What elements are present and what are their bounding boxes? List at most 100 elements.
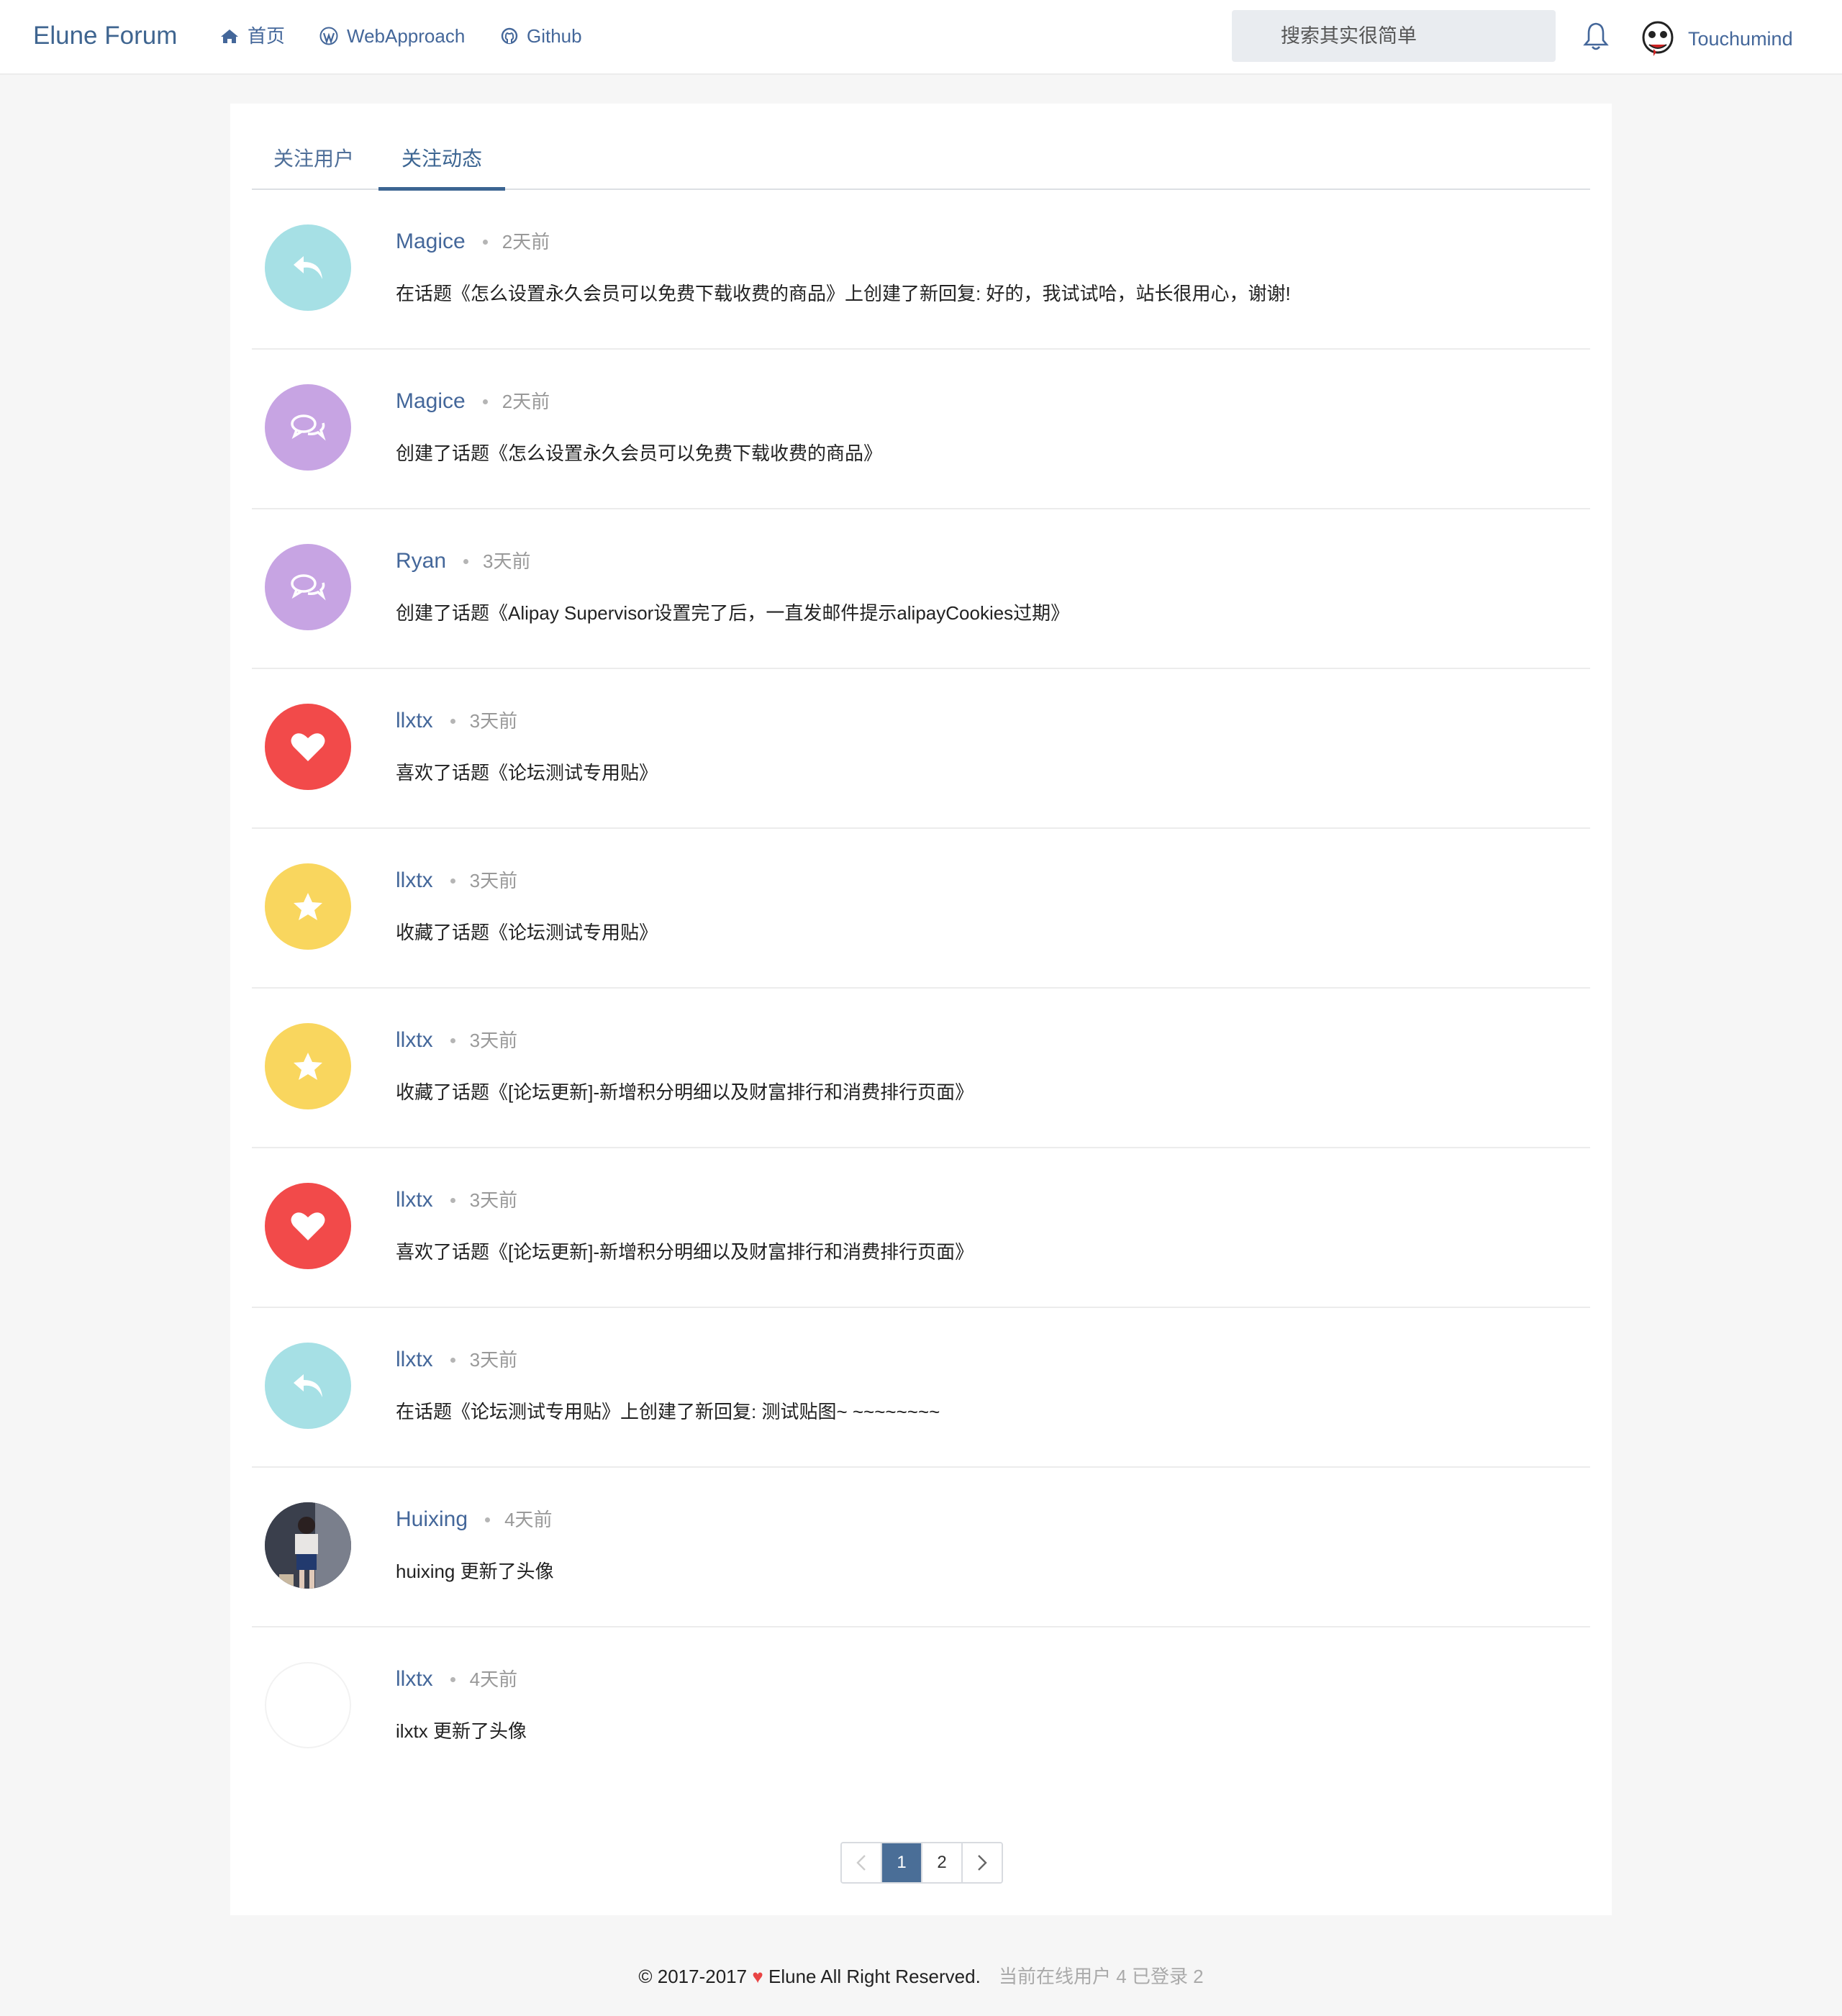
- page-2-button[interactable]: 2: [922, 1843, 963, 1882]
- nav-webapproach[interactable]: WebApproach: [319, 19, 465, 53]
- feed-time: 3天前: [469, 1349, 518, 1371]
- feed-time: 3天前: [469, 1189, 518, 1211]
- feed-item: llxtx 3天前 喜欢了话题《论坛测试专用贴》: [252, 669, 1590, 829]
- chevron-right-icon: [978, 1855, 987, 1871]
- search-input[interactable]: [1232, 10, 1556, 62]
- feed-time: 3天前: [483, 550, 531, 572]
- feed-meta: llxtx 3天前: [396, 707, 517, 735]
- feed-item: Magice 2天前 创建了话题《怎么设置永久会员可以免费下载收费的商品》: [252, 350, 1590, 509]
- feed-text[interactable]: huixing 更新了头像: [396, 1557, 554, 1586]
- brand-logo[interactable]: Elune Forum: [33, 16, 177, 56]
- separator-dot: [450, 718, 455, 724]
- tab-bar: 关注用户 关注动态: [252, 130, 1590, 191]
- star-icon: [294, 1053, 322, 1080]
- next-page-button[interactable]: [963, 1843, 1002, 1882]
- page-1-button[interactable]: 1: [882, 1843, 922, 1882]
- feed-username[interactable]: llxtx: [396, 1345, 433, 1374]
- footer-copyright-prefix: © 2017-2017: [638, 1966, 748, 1987]
- separator-dot: [463, 558, 469, 564]
- feed-time: 3天前: [469, 870, 518, 891]
- feed-text[interactable]: 收藏了话题《论坛测试专用贴》: [396, 918, 658, 947]
- feed-username[interactable]: Magice: [396, 387, 466, 416]
- feed-meta: llxtx 3天前: [396, 1186, 517, 1214]
- nav-home[interactable]: 首页: [220, 19, 285, 53]
- user-avatar: [1642, 21, 1674, 56]
- feed-meta: llxtx 4天前: [396, 1665, 517, 1694]
- tab-following-users[interactable]: 关注用户: [252, 130, 376, 189]
- feed-username[interactable]: llxtx: [396, 866, 433, 895]
- feed-meta: llxtx 3天前: [396, 1345, 517, 1374]
- activity-badge: [265, 863, 351, 950]
- activity-badge: [265, 224, 351, 311]
- main-panel: 关注用户 关注动态 Magice 2天前 在话题《怎么设置永久会员可以免费下载收…: [230, 104, 1612, 1915]
- bell-icon[interactable]: [1582, 20, 1610, 52]
- feed-text[interactable]: 在话题《怎么设置永久会员可以免费下载收费的商品》上创建了新回复: 好的，我试试哈…: [396, 279, 1291, 308]
- feed-time: 2天前: [502, 231, 550, 253]
- feed-text[interactable]: ilxtx 更新了头像: [396, 1717, 527, 1745]
- top-navbar: Elune Forum 首页 WebApproach Github 搜索其实很简…: [0, 0, 1842, 75]
- feed-meta: Magice 2天前: [396, 387, 550, 416]
- feed-item: llxtx 3天前 收藏了话题《[论坛更新]-新增积分明细以及财富排行和消费排行…: [252, 989, 1590, 1148]
- feed-text[interactable]: 在话题《论坛测试专用贴》上创建了新回复: 测试贴图~ ~~~~~~~~: [396, 1397, 940, 1426]
- heart-icon: [291, 1212, 325, 1240]
- feed-text[interactable]: 收藏了话题《[论坛更新]-新增积分明细以及财富排行和消费排行页面》: [396, 1078, 974, 1107]
- feed-item: Ryan 3天前 创建了话题《Alipay Supervisor设置完了后，一直…: [252, 509, 1590, 669]
- wordpress-icon: [319, 27, 338, 45]
- separator-dot: [485, 1517, 491, 1522]
- nav-github-label: Github: [527, 25, 582, 47]
- feed-text[interactable]: 喜欢了话题《[论坛更新]-新增积分明细以及财富排行和消费排行页面》: [396, 1238, 974, 1266]
- feed-meta: Huixing 4天前: [396, 1505, 553, 1534]
- chevron-left-icon: [856, 1855, 866, 1871]
- footer-copyright-suffix: Elune All Right Reserved.: [768, 1966, 981, 1987]
- home-icon: [221, 29, 238, 43]
- activity-badge: [265, 384, 351, 471]
- activity-badge: [265, 544, 351, 630]
- nav-home-label: 首页: [248, 25, 286, 47]
- nav-webapproach-label: WebApproach: [347, 25, 466, 47]
- feed-item: Magice 2天前 在话题《怎么设置永久会员可以免费下载收费的商品》上创建了新…: [252, 190, 1590, 350]
- feed-item: llxtx 4天前 ilxtx 更新了头像: [252, 1627, 1590, 1786]
- comments-icon: [291, 414, 326, 441]
- feed-text[interactable]: 创建了话题《怎么设置永久会员可以免费下载收费的商品》: [396, 439, 882, 468]
- feed-item: Huixing 4天前 huixing 更新了头像: [252, 1468, 1590, 1627]
- user-avatar-blank[interactable]: [265, 1662, 351, 1748]
- heart-icon: ♥: [752, 1966, 763, 1987]
- feed-item: llxtx 3天前 喜欢了话题《[论坛更新]-新增积分明细以及财富排行和消费排行…: [252, 1148, 1590, 1308]
- feed-username[interactable]: llxtx: [396, 1026, 433, 1055]
- user-avatar-photo[interactable]: [265, 1502, 351, 1589]
- reply-icon: [294, 256, 322, 279]
- feed-meta: Ryan 3天前: [396, 547, 531, 576]
- reply-icon: [294, 1374, 322, 1397]
- activity-feed: Magice 2天前 在话题《怎么设置永久会员可以免费下载收费的商品》上创建了新…: [252, 190, 1590, 1786]
- prev-page-button[interactable]: [842, 1843, 882, 1882]
- feed-meta: llxtx 3天前: [396, 866, 517, 895]
- feed-time: 4天前: [504, 1509, 553, 1530]
- footer: © 2017-2017 ♥ Elune All Right Reserved. …: [0, 1958, 1842, 1994]
- feed-item: llxtx 3天前 在话题《论坛测试专用贴》上创建了新回复: 测试贴图~ ~~~…: [252, 1308, 1590, 1468]
- pagination: 1 2: [840, 1842, 1003, 1884]
- github-icon: [501, 27, 518, 45]
- separator-dot: [450, 1197, 455, 1203]
- person-photo-icon: [265, 1502, 351, 1589]
- tab-following-activity[interactable]: 关注动态: [378, 130, 505, 191]
- feed-username[interactable]: llxtx: [396, 1186, 433, 1214]
- feed-time: 4天前: [469, 1668, 518, 1690]
- separator-dot: [450, 878, 455, 884]
- feed-username[interactable]: Magice: [396, 227, 466, 256]
- feed-text[interactable]: 创建了话题《Alipay Supervisor设置完了后，一直发邮件提示alip…: [396, 599, 1069, 627]
- nav-github[interactable]: Github: [501, 19, 582, 53]
- separator-dot: [450, 1357, 455, 1363]
- separator-dot: [482, 239, 488, 245]
- separator-dot: [482, 399, 488, 404]
- feed-time: 2天前: [502, 391, 550, 412]
- feed-time: 3天前: [469, 1030, 518, 1051]
- feed-item: llxtx 3天前 收藏了话题《论坛测试专用贴》: [252, 829, 1590, 989]
- activity-badge: [265, 1183, 351, 1269]
- feed-username[interactable]: llxtx: [396, 1665, 433, 1694]
- feed-text[interactable]: 喜欢了话题《论坛测试专用贴》: [396, 758, 658, 787]
- feed-username[interactable]: llxtx: [396, 707, 433, 735]
- user-menu[interactable]: Touchumind: [1641, 19, 1793, 59]
- feed-username[interactable]: Huixing: [396, 1505, 468, 1534]
- heart-icon: [291, 733, 325, 761]
- feed-username[interactable]: Ryan: [396, 547, 446, 576]
